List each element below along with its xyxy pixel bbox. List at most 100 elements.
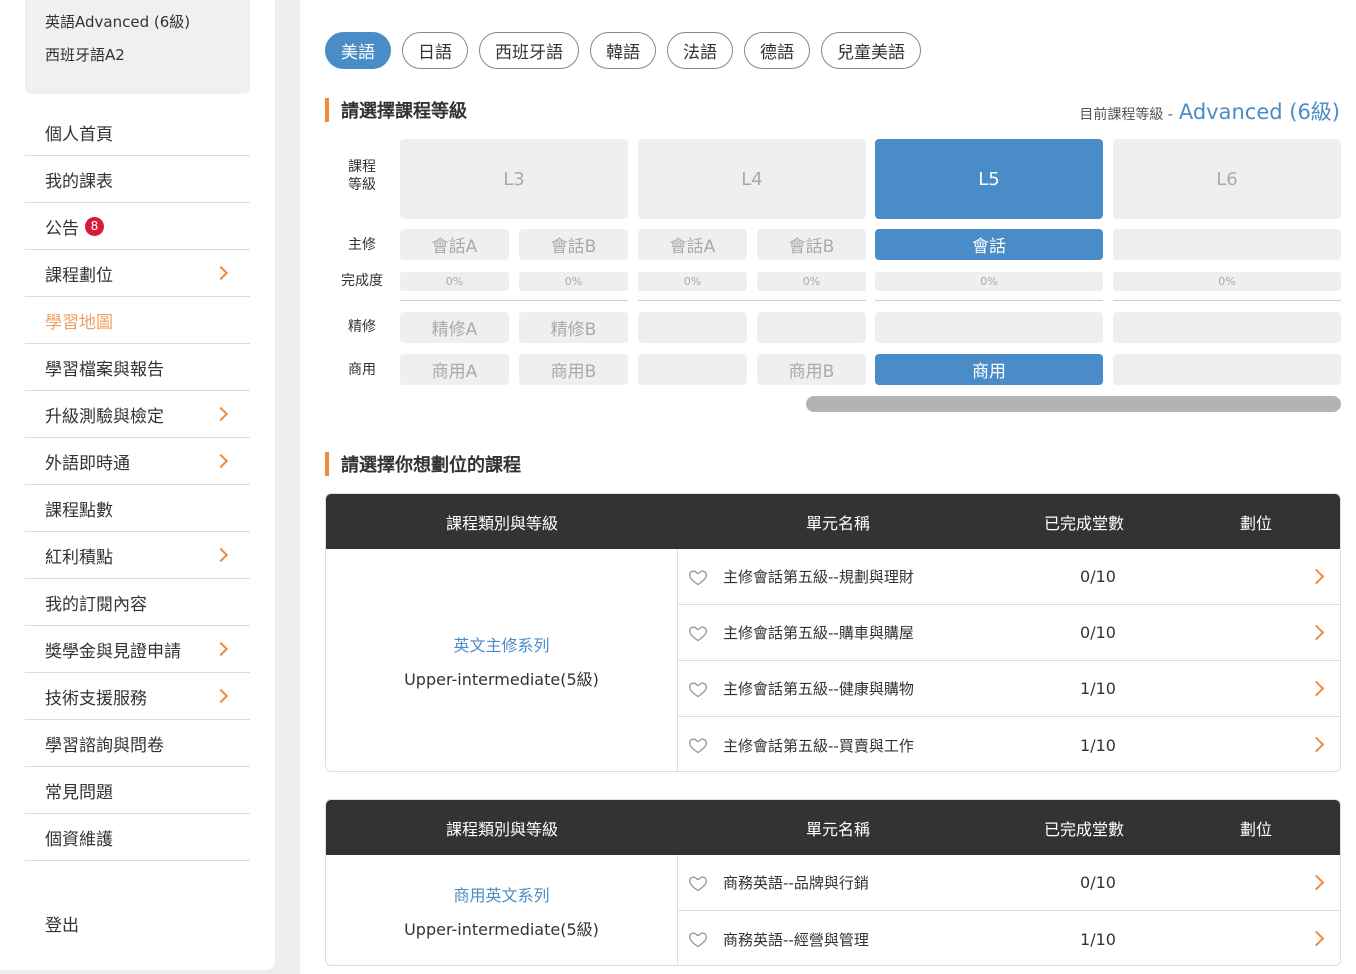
series-cell: 商用英文系列 Upper-intermediate(5級) [326, 855, 678, 965]
sidebar-item-label: 個人首頁 [45, 124, 113, 145]
unit-name: 主修會話第五級--健康與購物 [723, 680, 914, 698]
intensive-cell[interactable] [757, 312, 866, 343]
progress-cell: 0% [1113, 272, 1341, 291]
horizontal-scrollbar[interactable] [806, 396, 1341, 412]
series-name[interactable]: 英文主修系列 [453, 632, 549, 656]
intensive-cell[interactable]: 精修B [519, 312, 628, 343]
sidebar-item[interactable]: 課程劃位 [25, 250, 250, 297]
major-cell[interactable]: 會話 [875, 229, 1103, 260]
table-header-cell: 課程類別與等級 [445, 819, 558, 839]
language-tab[interactable]: 美語 [325, 32, 391, 69]
current-level: 目前課程等級 - Advanced (6級) [1079, 96, 1340, 126]
table-header-cell: 已完成堂數 [1043, 819, 1124, 839]
sidebar-item[interactable]: 紅利積點 [25, 532, 250, 579]
sidebar-item[interactable]: 學習檔案與報告 [25, 344, 250, 391]
sidebar-item-label: 學習檔案與報告 [45, 359, 164, 380]
sidebar-item[interactable]: 技術支援服務 [25, 673, 250, 720]
completed-count: 0/10 [1080, 567, 1116, 586]
business-cell[interactable] [638, 354, 747, 385]
heart-icon[interactable] [688, 679, 708, 699]
progress-divider [638, 300, 866, 301]
language-tab[interactable]: 兒童美語 [821, 32, 921, 69]
completed-count: 1/10 [1080, 679, 1116, 698]
unit-row[interactable]: 商務英語--品牌與行銷 0/10 [678, 855, 1340, 911]
series-name[interactable]: 商用英文系列 [453, 882, 549, 906]
progress-cell: 0% [757, 272, 866, 291]
chevron-right-icon[interactable] [1308, 874, 1325, 891]
language-tab[interactable]: 法語 [667, 32, 733, 69]
business-cell[interactable]: 商用A [400, 354, 509, 385]
major-cell[interactable]: 會話A [638, 229, 747, 260]
major-cell[interactable]: 會話B [757, 229, 866, 260]
completed-count: 0/10 [1080, 873, 1116, 892]
chevron-right-icon[interactable] [1308, 736, 1325, 753]
sidebar-item[interactable]: 課程點數 [25, 485, 250, 532]
sidebar-item-label: 我的課表 [45, 171, 113, 192]
major-cell[interactable]: 會話A [400, 229, 509, 260]
table-header: 課程類別與等級 單元名稱 已完成堂數 劃位 [326, 800, 1340, 855]
chevron-right-icon [213, 406, 229, 422]
chevron-right-icon[interactable] [1308, 680, 1325, 697]
sidebar-item[interactable]: 公告 8 [25, 203, 250, 250]
business-cell[interactable]: 商用 [875, 354, 1103, 385]
business-cell[interactable]: 商用B [519, 354, 628, 385]
sidebar-item[interactable]: 我的課表 [25, 156, 250, 203]
business-cell[interactable] [1113, 354, 1341, 385]
intensive-cell[interactable] [638, 312, 747, 343]
sidebar-item-label: 獎學金與見證申請 [45, 641, 181, 662]
heart-icon[interactable] [688, 567, 708, 587]
sidebar-menu: 個人首頁我的課表公告 8 課程劃位學習地圖學習檔案與報告升級測驗與檢定 外語即時通課程… [25, 109, 250, 861]
sidebar-item[interactable]: 學習諮詢與問卷 [25, 720, 250, 767]
chevron-right-icon[interactable] [1308, 568, 1325, 585]
unit-row[interactable]: 商務英語--經營與管理 1/10 [678, 911, 1340, 965]
unit-row[interactable]: 主修會話第五級--買賣與工作 1/10 [678, 717, 1340, 771]
level-cell-l5[interactable]: L5 [875, 139, 1103, 219]
language-tab[interactable]: 德語 [744, 32, 810, 69]
language-tab[interactable]: 日語 [402, 32, 468, 69]
sidebar: 英語Advanced (6級) 西班牙語A2 個人首頁 我的課表 公告 8 課程劃位 學習… [0, 0, 275, 970]
logout-link[interactable]: 登出 [45, 911, 79, 936]
sidebar-item[interactable]: 常見問題 [25, 767, 250, 814]
sidebar-item-label: 學習諮詢與問卷 [45, 735, 164, 756]
business-cell[interactable]: 商用B [757, 354, 866, 385]
completed-count: 1/10 [1080, 929, 1116, 949]
sidebar-item[interactable]: 個資維護 [25, 814, 250, 861]
major-cell[interactable] [1113, 229, 1341, 260]
unit-name: 主修會話第五級--購車與購屋 [723, 624, 914, 642]
level-cell-l3[interactable]: L3 [400, 139, 628, 219]
intensive-cell[interactable] [875, 312, 1103, 343]
language-tab[interactable]: 西班牙語 [479, 32, 579, 69]
row-label-intensive: 精修 [348, 319, 376, 335]
sidebar-item[interactable]: 升級測驗與檢定 [25, 391, 250, 438]
intensive-cell[interactable] [1113, 312, 1341, 343]
intensive-cell[interactable]: 精修A [400, 312, 509, 343]
sidebar-item-label: 課程劃位 [45, 265, 113, 286]
progress-divider [1113, 300, 1341, 301]
unit-name: 主修會話第五級--買賣與工作 [723, 736, 914, 755]
sidebar-item[interactable]: 外語即時通 [25, 438, 250, 485]
heart-icon[interactable] [688, 735, 708, 755]
sidebar-item[interactable]: 我的訂閱內容 [25, 579, 250, 626]
sidebar-item[interactable]: 學習地圖 [25, 297, 250, 344]
unit-name: 商務英語--經營與管理 [723, 930, 869, 949]
sidebar-item[interactable]: 個人首頁 [25, 109, 250, 156]
heart-icon[interactable] [688, 873, 708, 893]
language-tab[interactable]: 韓語 [590, 32, 656, 69]
table-body: 英文主修系列 Upper-intermediate(5級) 主修會話第五級--規劃與… [326, 549, 1340, 771]
sidebar-item-label: 常見問題 [45, 782, 113, 803]
heart-icon[interactable] [688, 929, 708, 949]
main-content: 美語 日語 西班牙語 韓語 法語 德語 兒童美語 請選擇課程等級 目前課程等級 - Adva… [300, 0, 1356, 974]
chevron-right-icon[interactable] [1308, 624, 1325, 641]
unit-row[interactable]: 主修會話第五級--規劃與理財 0/10 [678, 549, 1340, 605]
major-cell[interactable]: 會話B [519, 229, 628, 260]
level-cell-l6[interactable]: L6 [1113, 139, 1341, 219]
chevron-right-icon[interactable] [1308, 930, 1325, 947]
sidebar-item-label: 課程點數 [45, 500, 113, 521]
heart-icon[interactable] [688, 623, 708, 643]
level-section-title: 請選擇課程等級 [325, 98, 467, 122]
table-header-cell: 已完成堂數 [1043, 513, 1124, 533]
level-cell-l4[interactable]: L4 [638, 139, 866, 219]
sidebar-item[interactable]: 獎學金與見證申請 [25, 626, 250, 673]
unit-row[interactable]: 主修會話第五級--健康與購物 1/10 [678, 661, 1340, 717]
unit-row[interactable]: 主修會話第五級--購車與購屋 0/10 [678, 605, 1340, 661]
